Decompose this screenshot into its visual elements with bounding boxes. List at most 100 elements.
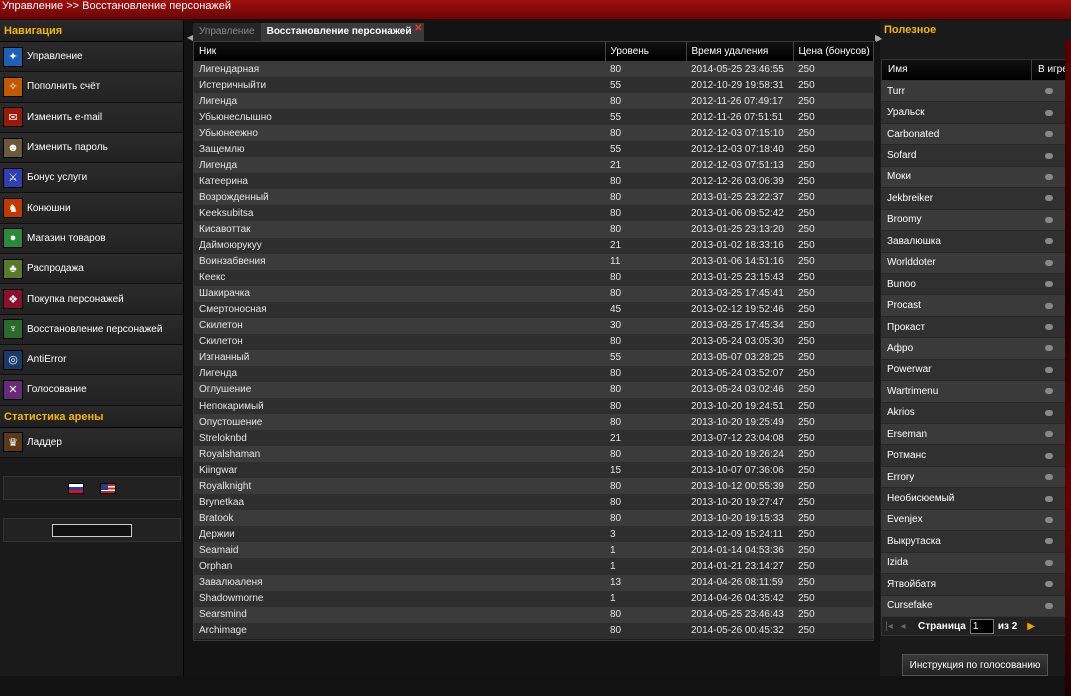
nav-item[interactable]: ☻ Изменить пароль bbox=[0, 132, 183, 164]
nav-item[interactable]: ❖ Покупка персонажей bbox=[0, 284, 183, 315]
table-row[interactable]: Кеекс 80 2013-01-25 23:15:43 250 bbox=[194, 269, 873, 286]
player-row[interactable]: Прокаст bbox=[881, 316, 1069, 339]
player-row[interactable]: Broomy bbox=[881, 209, 1069, 232]
player-row[interactable]: Афро bbox=[881, 338, 1069, 360]
table-row[interactable]: Воинзабвения 11 2013-01-06 14:51:16 250 bbox=[194, 253, 873, 270]
table-row[interactable]: Bratook 80 2013-10-20 19:15:33 250 bbox=[194, 510, 873, 527]
player-row[interactable]: Завалюшка bbox=[881, 231, 1069, 253]
table-row[interactable]: Даймоюрукуу 21 2013-01-02 18:33:16 250 bbox=[194, 237, 873, 254]
table-row[interactable]: Шакирачка 80 2013-03-25 17:45:41 250 bbox=[194, 285, 873, 302]
first-page-icon[interactable]: |◂ bbox=[882, 621, 896, 632]
table-row[interactable]: Защемлю 55 2012-12-03 07:18:40 250 bbox=[194, 141, 873, 158]
column-header-in-game[interactable]: В игре bbox=[1032, 60, 1068, 80]
table-row[interactable]: Убьюнеежно 80 2012-12-03 07:15:10 250 bbox=[194, 125, 873, 142]
table-row[interactable]: Истеричныйти 55 2012-10-29 19:58:31 250 bbox=[194, 77, 873, 94]
column-header-deletion-time[interactable]: Время удаления bbox=[686, 42, 794, 61]
column-header-nick[interactable]: Ник bbox=[194, 42, 606, 61]
prev-page-icon[interactable]: ◂ bbox=[896, 621, 910, 632]
nav-item-label: Восстановление персонажей bbox=[27, 323, 163, 335]
table-row[interactable]: Orphan 1 2014-01-21 23:14:27 250 bbox=[194, 558, 873, 575]
voting-instructions-button[interactable]: Инструкция по голосованию bbox=[902, 654, 1048, 676]
next-page-icon[interactable]: ▶ bbox=[1027, 621, 1035, 632]
table-row[interactable]: Смертоносная 45 2013-02-12 19:52:46 250 bbox=[194, 301, 873, 318]
player-row[interactable]: Errory bbox=[881, 466, 1069, 489]
player-row[interactable]: Powerwar bbox=[881, 359, 1069, 382]
table-row[interactable]: Streloknbd 21 2013-07-12 23:04:08 250 bbox=[194, 430, 873, 447]
table-row[interactable]: Royalshaman 80 2013-10-20 19:26:24 250 bbox=[194, 446, 873, 463]
player-row[interactable]: Ятвойбатя bbox=[881, 574, 1069, 596]
status-icon bbox=[1045, 602, 1053, 609]
table-row[interactable]: Скилетон 80 2013-05-24 03:05:30 250 bbox=[194, 333, 873, 350]
player-row[interactable]: Jekbreiker bbox=[881, 188, 1069, 210]
cell-nick: Катеерина bbox=[194, 173, 605, 190]
player-row[interactable]: Worlddoter bbox=[881, 252, 1069, 274]
player-row[interactable]: Wartrimenu bbox=[881, 381, 1069, 403]
table-row[interactable]: Лигенда 80 2012-11-26 07:49:17 250 bbox=[194, 93, 873, 110]
player-row[interactable]: Уральск bbox=[881, 102, 1069, 124]
table-row[interactable]: Лигенда 21 2012-12-03 07:51:13 250 bbox=[194, 157, 873, 174]
stables-icon: ♞ bbox=[3, 198, 23, 219]
table-row[interactable]: Опустошение 80 2013-10-20 19:25:49 250 bbox=[194, 414, 873, 431]
table-row[interactable]: Shadowmorne 1 2014-04-26 04:35:42 250 bbox=[194, 590, 873, 607]
player-row[interactable]: Выкрутаска bbox=[881, 531, 1069, 553]
table-row[interactable]: Возрожденный 80 2013-01-25 23:22:37 250 bbox=[194, 189, 873, 206]
cell-deletion-time: 2013-03-25 17:45:41 bbox=[686, 285, 793, 302]
arena-item[interactable]: ♛ Ладдер bbox=[0, 427, 183, 458]
table-row[interactable]: Лигенда 80 2013-05-24 03:52:07 250 bbox=[194, 365, 873, 382]
sidebar-input[interactable] bbox=[52, 524, 132, 537]
russian-flag-icon[interactable] bbox=[68, 482, 84, 494]
nav-item[interactable]: ✕ Голосование bbox=[0, 375, 183, 406]
table-row[interactable]: Seamaid 1 2014-01-14 04:53:36 250 bbox=[194, 542, 873, 559]
nav-item[interactable]: ♣ Распродажа bbox=[0, 254, 183, 285]
collapse-panel-icon[interactable]: ▶ bbox=[876, 34, 882, 43]
nav-item[interactable]: ✧ Пополнить счёт bbox=[0, 72, 183, 103]
nav-item[interactable]: ♞ Конюшни bbox=[0, 193, 183, 224]
table-row[interactable]: Royalknight 80 2013-10-12 00:55:39 250 bbox=[194, 478, 873, 495]
nav-item[interactable]: ✉ Изменить e-mail bbox=[0, 102, 183, 133]
table-row[interactable]: Brynetkaa 80 2013-10-20 19:27:47 250 bbox=[194, 494, 873, 511]
player-row[interactable]: Cursefake bbox=[881, 595, 1069, 617]
table-row[interactable]: Держии 3 2013-12-09 15:24:11 250 bbox=[194, 526, 873, 543]
table-row[interactable]: Убьюнеслышно 55 2012-11-26 07:51:51 250 bbox=[194, 109, 873, 126]
player-row[interactable]: Izida bbox=[881, 552, 1069, 575]
nav-item[interactable]: ⚔ Бонус услуги bbox=[0, 163, 183, 194]
table-row[interactable]: Searsmind 80 2014-05-25 23:46:43 250 bbox=[194, 606, 873, 623]
page-input[interactable] bbox=[969, 618, 994, 634]
player-row[interactable]: Turr bbox=[881, 81, 1069, 103]
nav-item[interactable]: ✦ Управление bbox=[0, 42, 183, 73]
player-row[interactable]: Procast bbox=[881, 295, 1069, 317]
player-row[interactable]: Evenjex bbox=[881, 509, 1069, 532]
table-row[interactable]: Kiingwar 15 2013-10-07 07:36:06 250 bbox=[194, 462, 873, 479]
nav-item[interactable]: ♆ Восстановление персонажей bbox=[0, 314, 183, 345]
table-row[interactable]: Скилетон 30 2013-03-25 17:45:34 250 bbox=[194, 317, 873, 334]
player-row[interactable]: Ротманс bbox=[881, 445, 1069, 467]
table-row[interactable]: Лигендарная 80 2014-05-25 23:46:55 250 bbox=[194, 61, 873, 78]
us-flag-icon[interactable] bbox=[100, 482, 116, 494]
nav-item[interactable]: ● Магазин товаров bbox=[0, 223, 183, 255]
player-row[interactable]: Akrios bbox=[881, 402, 1069, 424]
tab-control[interactable]: Управление bbox=[193, 23, 261, 41]
table-row[interactable]: Изгнанный 55 2013-05-07 03:28:25 250 bbox=[194, 349, 873, 366]
column-header-level[interactable]: Уровень bbox=[605, 42, 687, 61]
table-row[interactable]: Archimage 80 2014-05-26 00:45:32 250 bbox=[194, 622, 873, 639]
status-icon bbox=[1045, 431, 1053, 438]
player-row[interactable]: Sofard bbox=[881, 145, 1069, 167]
cell-nick: Streloknbd bbox=[194, 430, 605, 447]
player-row[interactable]: Моки bbox=[881, 166, 1069, 189]
column-header-price[interactable]: Цена (бонусов) bbox=[793, 42, 874, 61]
nav-item[interactable]: ◎ AntiError bbox=[0, 344, 183, 376]
table-row[interactable]: Кисавоттак 80 2013-01-25 23:13:20 250 bbox=[194, 221, 873, 238]
table-row[interactable]: Катеерина 80 2012-12-26 03:06:39 250 bbox=[194, 173, 873, 190]
close-icon[interactable]: ✕ bbox=[414, 20, 422, 38]
table-header: Ник Уровень Время удаления Цена (бонусов… bbox=[194, 42, 874, 61]
table-row[interactable]: Оглушение 80 2013-05-24 03:02:46 250 bbox=[194, 381, 873, 398]
table-row[interactable]: Непокаримый 80 2013-10-20 19:24:51 250 bbox=[194, 397, 873, 415]
player-row[interactable]: Необисюемый bbox=[881, 488, 1069, 510]
player-row[interactable]: Bunoo bbox=[881, 273, 1069, 296]
player-row[interactable]: Carbonated bbox=[881, 123, 1069, 146]
table-row[interactable]: Завалюаленя 13 2014-04-26 08:11:59 250 bbox=[194, 574, 873, 591]
table-row[interactable]: Keeksubitsa 80 2013-01-06 09:52:42 250 bbox=[194, 205, 873, 222]
column-header-name[interactable]: Имя bbox=[882, 60, 1032, 80]
tab-restore-characters[interactable]: Восстановление персонажей ✕ bbox=[260, 20, 424, 41]
player-row[interactable]: Erseman bbox=[881, 424, 1069, 446]
